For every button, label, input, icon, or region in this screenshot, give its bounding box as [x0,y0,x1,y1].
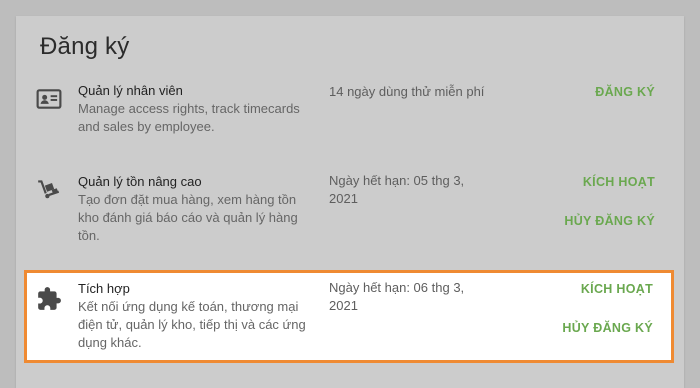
section-title: Đăng ký [40,33,130,60]
id-card-icon [36,86,62,112]
subscription-description: Tạo đơn đặt mua hàng, xem hàng tồn kho đ… [78,192,298,243]
subscribe-button[interactable]: ĐĂNG KÝ [595,85,655,99]
subscription-name: Quản lý tồn nâng cao [78,174,202,189]
subscription-name: Quản lý nhân viên [78,83,183,98]
unsubscribe-button[interactable]: HỦY ĐĂNG KÝ [564,214,655,228]
hand-truck-icon [36,176,62,202]
puzzle-piece-icon [36,286,62,312]
subscription-row-employee-management: Quản lý nhân viên Manage access rights, … [16,78,684,148]
subscription-row-integrations: Tích hợp Kết nối ứng dụng kế toán, thươn… [24,270,674,363]
subscription-description: Manage access rights, track timecards an… [78,101,300,134]
subscription-status: Ngày hết hạn: 06 thg 3, 2021 [329,280,465,313]
subscription-row-advanced-inventory: Quản lý tồn nâng cao Tạo đơn đặt mua hàn… [16,166,684,266]
subscription-name: Tích hợp [78,281,130,296]
subscription-status: 14 ngày dùng thử miễn phí [329,84,485,99]
subscription-description: Kết nối ứng dụng kế toán, thương mại điệ… [78,299,306,350]
unsubscribe-button[interactable]: HỦY ĐĂNG KÝ [562,321,653,335]
activate-button[interactable]: KÍCH HOẠT [583,175,655,189]
activate-button[interactable]: KÍCH HOẠT [581,282,653,296]
subscription-status: Ngày hết hạn: 05 thg 3, 2021 [329,173,465,206]
subscriptions-card: Đăng ký Quản lý nhân viên Manage access … [16,16,684,388]
